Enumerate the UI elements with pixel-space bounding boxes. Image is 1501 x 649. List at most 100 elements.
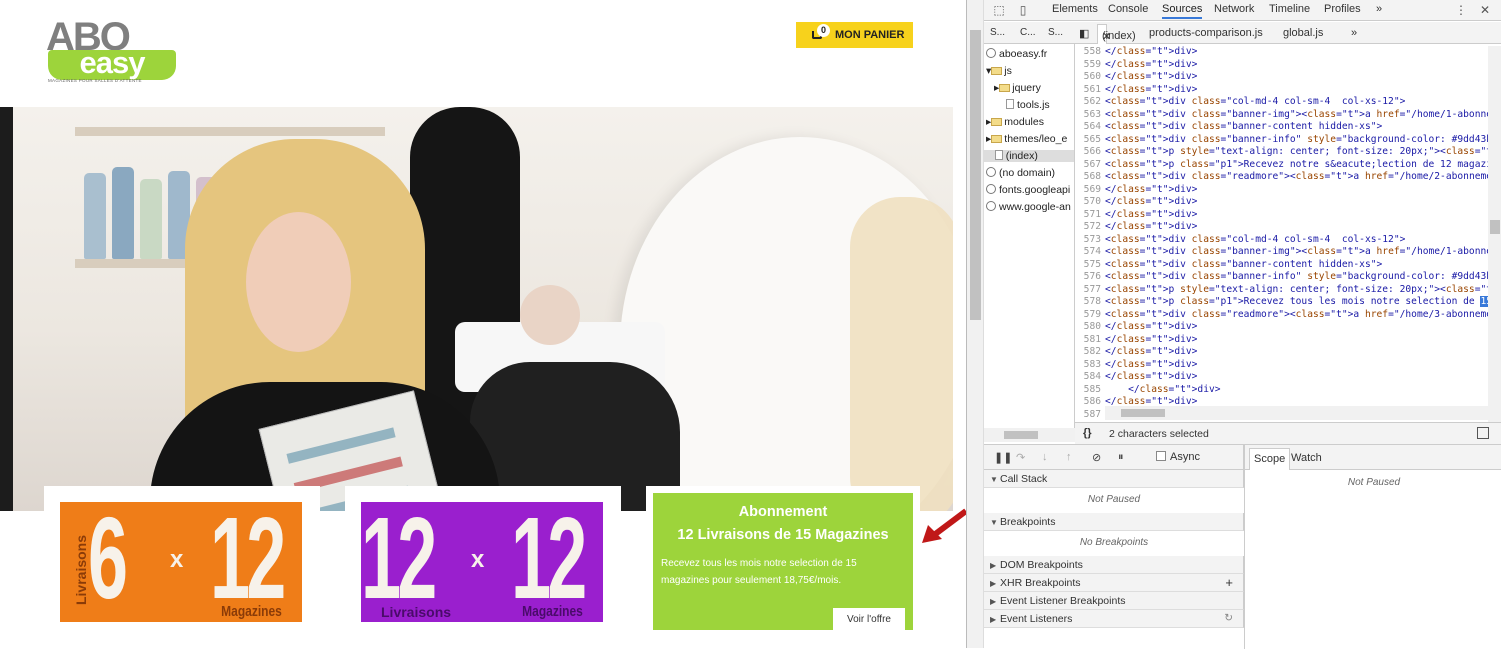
more-tabs-icon[interactable]: » [1376,3,1382,15]
kebab-menu-icon[interactable]: ⋮ [1454,3,1468,17]
section-event-listener-breakpoints[interactable]: ▶ Event Listener Breakpoints [984,592,1244,610]
code-line[interactable]: 583 </class="t">div> [1075,359,1488,372]
code-line[interactable]: 569 </class="t">div> [1075,184,1488,197]
tree-item[interactable]: ▸ jquery [994,82,1041,94]
editor-hscrollbar[interactable] [1105,406,1488,420]
code-line[interactable]: 559 </class="t">div> [1075,59,1488,72]
step-over-icon[interactable]: ↷ [1016,451,1025,464]
line-number[interactable]: 569 [1075,184,1105,197]
tree-item[interactable]: aboeasy.fr [986,48,1047,60]
page-scrollbar-thumb[interactable] [970,30,981,320]
tree-item[interactable]: fonts.googleapi [986,184,1070,196]
code-line[interactable]: 582 </class="t">div> [1075,346,1488,359]
line-number[interactable]: 576 [1075,271,1105,284]
editor-vscrollbar[interactable] [1488,46,1501,422]
line-number[interactable]: 573 [1075,234,1105,247]
code-line[interactable]: 573 <class="t">div class="col-md-4 col-sm… [1075,234,1488,247]
line-number[interactable]: 571 [1075,209,1105,222]
line-number[interactable]: 585 [1075,384,1105,397]
code-line[interactable]: 565 <class="t">div class="banner-info" st… [1075,134,1488,147]
section-call-stack[interactable]: ▼ Call Stack [984,470,1244,488]
code-line[interactable]: 563 <class="t">div class="banner-img"><cl… [1075,109,1488,122]
tab-elements[interactable]: Elements [1052,3,1098,15]
code-line[interactable]: 560 </class="t">div> [1075,71,1488,84]
code-line[interactable]: 578 <class="t">p class="p1">Recevez tous … [1075,296,1488,309]
line-number[interactable]: 568 [1075,171,1105,184]
editor-tab-products-comparison[interactable]: products-comparison.js [1149,27,1263,39]
line-number[interactable]: 579 [1075,309,1105,322]
pretty-print-button[interactable]: {} [1083,427,1092,439]
editor-vscrollbar-thumb[interactable] [1490,220,1500,234]
navigator-tab-sources[interactable]: S... [990,27,1005,38]
pause-icon[interactable]: ❚❚ [994,451,1012,464]
line-number[interactable]: 572 [1075,221,1105,234]
tab-watch[interactable]: Watch [1291,452,1322,464]
aboeasy-logo[interactable]: ABO easy MAGAZINES POUR SALLES D'ATTENTE [46,17,181,84]
page-scrollbar[interactable] [967,0,984,648]
tree-item[interactable]: ▸ themes/leo_e [986,133,1067,145]
navigator-hscrollbar-thumb[interactable] [1004,431,1038,439]
code-line[interactable]: 581 </class="t">div> [1075,334,1488,347]
code-line[interactable]: 575 <class="t">div class="banner-content … [1075,259,1488,272]
line-number[interactable]: 583 [1075,359,1105,372]
line-number[interactable]: 581 [1075,334,1105,347]
code-line[interactable]: 579 <class="t">div class="readmore"><clas… [1075,309,1488,322]
navigator-tab-snippets[interactable]: S... [1048,27,1063,38]
editor-tab-index[interactable]: (index) ✕ [1097,24,1136,44]
line-number[interactable]: 577 [1075,284,1105,297]
code-line[interactable]: 572 </class="t">div> [1075,221,1488,234]
tab-scope[interactable]: Scope [1249,448,1291,470]
tree-item[interactable]: tools.js [1006,99,1050,111]
code-line[interactable]: 567 <class="t">p class="p1">Recevez notre… [1075,159,1488,172]
pause-on-exceptions-icon[interactable]: ⏸ [1118,451,1124,464]
code-line[interactable]: 577 <class="t">p style="text-align: cente… [1075,284,1488,297]
tab-sources[interactable]: Sources [1162,3,1203,19]
line-number[interactable]: 558 [1075,46,1105,59]
navigator-hscrollbar[interactable] [984,428,1075,442]
device-mode-icon[interactable]: ▯ [1016,3,1030,17]
section-xhr-breakpoints[interactable]: ▶ XHR Breakpoints + [984,574,1244,592]
tab-network[interactable]: Network [1214,3,1254,15]
code-line[interactable]: 562 <class="t">div class="col-md-4 col-sm… [1075,96,1488,109]
editor-tab-global-js[interactable]: global.js [1283,27,1323,39]
line-number[interactable]: 563 [1075,109,1105,122]
line-number[interactable]: 567 [1075,159,1105,172]
step-into-icon[interactable]: ↓ [1042,451,1048,463]
add-icon[interactable]: + [1225,575,1233,590]
cart-button[interactable]: 0 MON PANIER [796,22,913,48]
step-out-icon[interactable]: ↑ [1066,451,1072,463]
line-number[interactable]: 562 [1075,96,1105,109]
inspect-element-icon[interactable]: ⬚ [992,3,1006,17]
code-line[interactable]: 571 </class="t">div> [1075,209,1488,222]
line-number[interactable]: 587 [1075,409,1105,422]
code-line[interactable]: 574 <class="t">div class="banner-img"><cl… [1075,246,1488,259]
code-line[interactable]: 564 <class="t">div class="banner-content … [1075,121,1488,134]
navigator-tab-content-scripts[interactable]: C... [1020,27,1036,38]
voir-offre-button[interactable]: Voir l'offre [833,608,905,630]
deactivate-breakpoints-icon[interactable]: ⊘ [1092,451,1101,464]
code-line[interactable]: 570 </class="t">div> [1075,196,1488,209]
tab-profiles[interactable]: Profiles [1324,3,1361,15]
tab-timeline[interactable]: Timeline [1269,3,1310,15]
close-icon[interactable]: ✕ [1478,3,1492,17]
section-breakpoints[interactable]: ▼ Breakpoints [984,513,1244,531]
refresh-icon[interactable]: ↻ [1224,612,1233,624]
line-number[interactable]: 564 [1075,121,1105,134]
line-number[interactable]: 574 [1075,246,1105,259]
code-line[interactable]: 580 </class="t">div> [1075,321,1488,334]
code-line[interactable]: 561 </class="t">div> [1075,84,1488,97]
line-number[interactable]: 566 [1075,146,1105,159]
section-dom-breakpoints[interactable]: ▶ DOM Breakpoints [984,556,1244,574]
code-line[interactable]: 558 </class="t">div> [1075,46,1488,59]
tree-item[interactable]: ▾ js [986,65,1012,77]
more-editor-tabs-icon[interactable]: » [1351,27,1357,39]
tree-item[interactable]: ▸ modules [986,116,1044,128]
tree-item[interactable]: (no domain) [986,167,1055,179]
line-number[interactable]: 575 [1075,259,1105,272]
tab-console[interactable]: Console [1108,3,1148,15]
section-event-listeners[interactable]: ▶ Event Listeners ↻ [984,610,1244,628]
code-line[interactable]: 585 </class="t">div> [1075,384,1488,397]
code-line[interactable]: 576 <class="t">div class="banner-info" st… [1075,271,1488,284]
line-number[interactable]: 559 [1075,59,1105,72]
line-number[interactable]: 565 [1075,134,1105,147]
